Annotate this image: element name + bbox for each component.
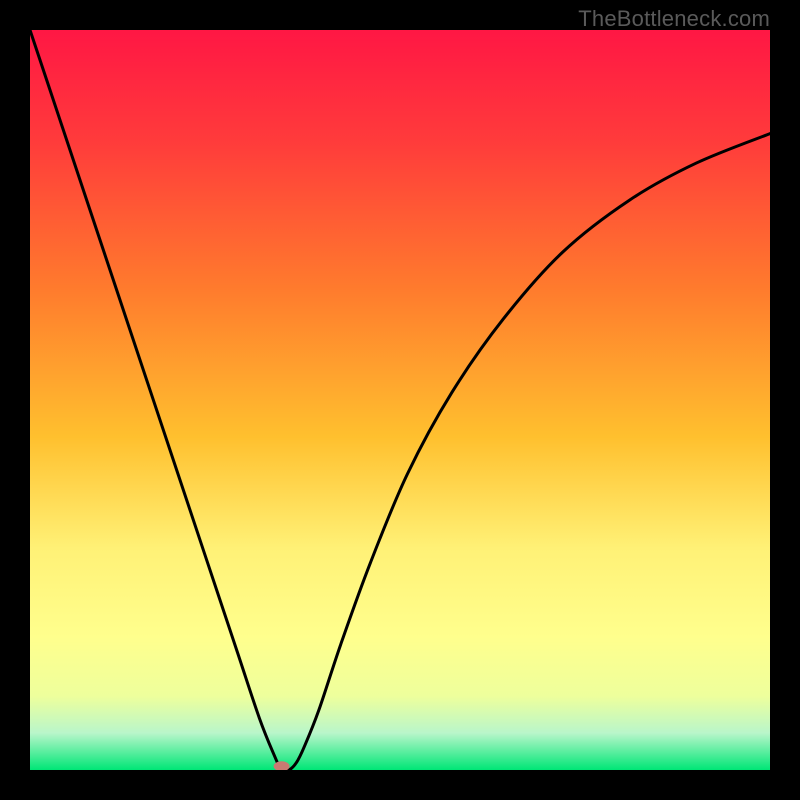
- gradient-background: [30, 30, 770, 770]
- chart-frame: TheBottleneck.com: [0, 0, 800, 800]
- plot-area: [30, 30, 770, 770]
- watermark-text: TheBottleneck.com: [578, 6, 770, 32]
- bottleneck-chart: [30, 30, 770, 770]
